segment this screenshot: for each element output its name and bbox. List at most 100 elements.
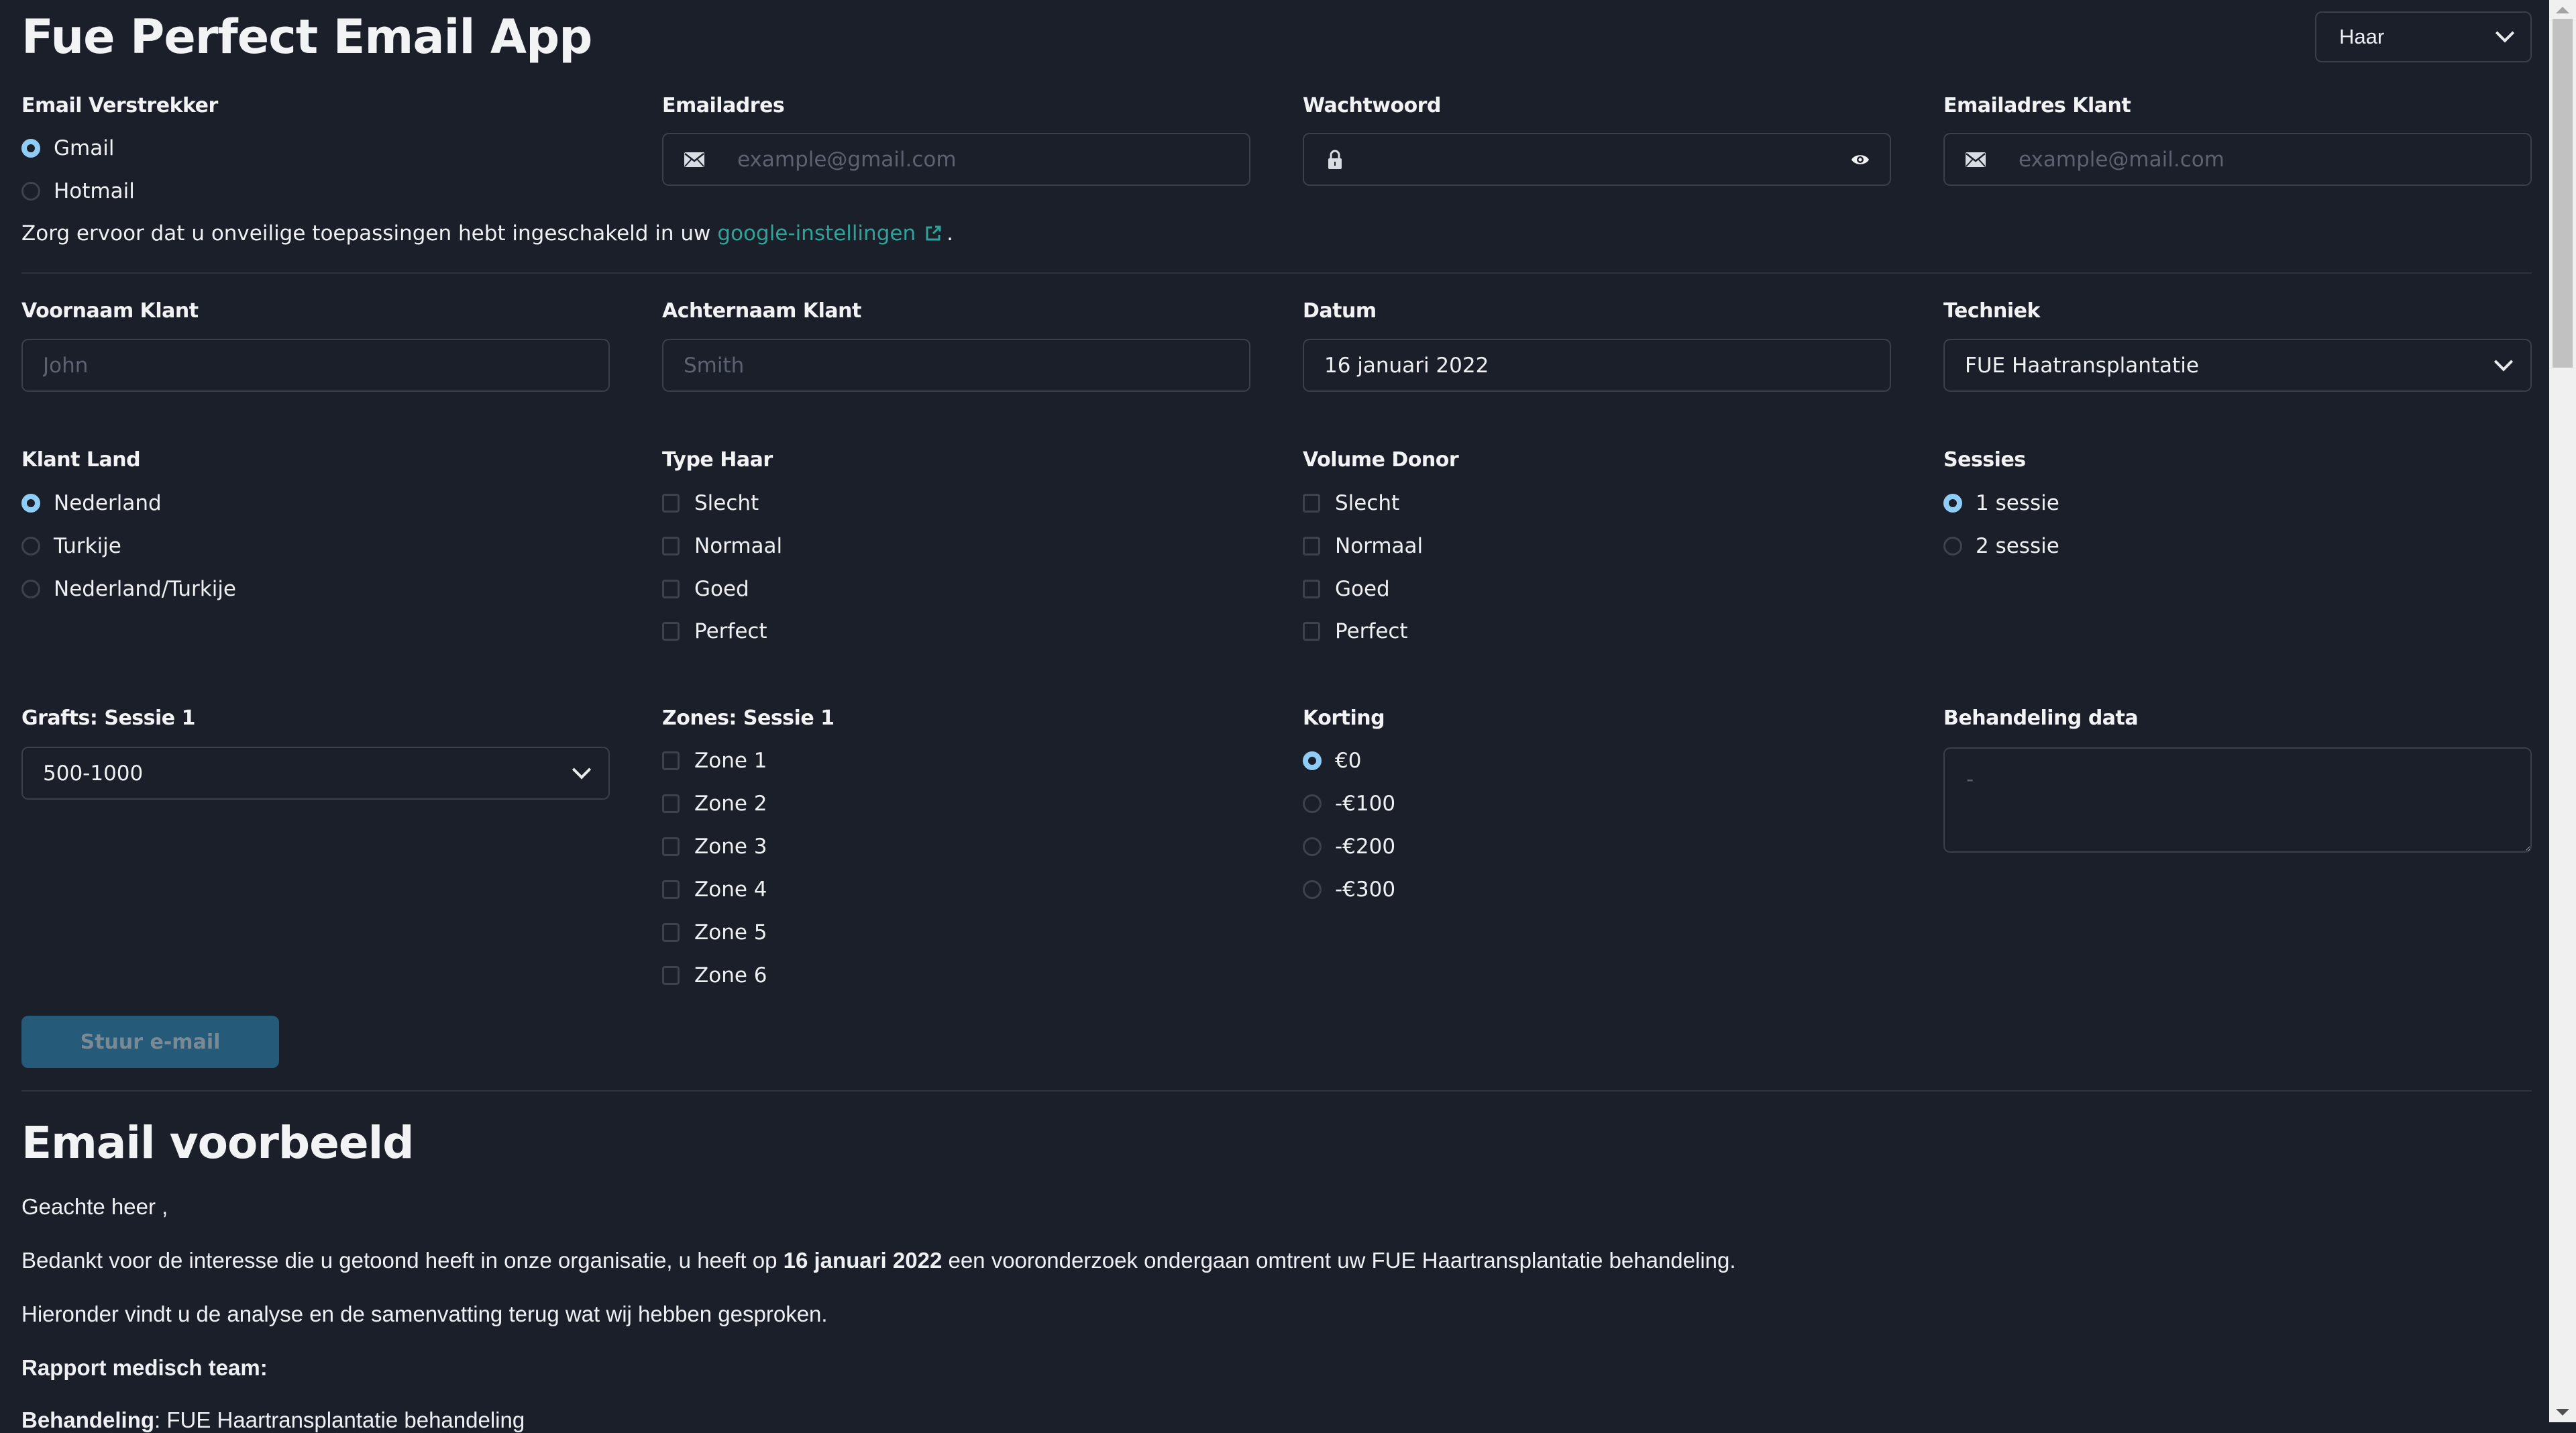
hair-type-label: Type Haar <box>662 448 773 472</box>
checkbox[interactable] <box>662 580 680 598</box>
radio-discount-100[interactable]: -€100 <box>1303 792 1395 816</box>
checkbox[interactable] <box>662 622 680 641</box>
scroll-down-arrow-icon[interactable] <box>2556 1409 2569 1416</box>
checkbox-label: Zone 3 <box>694 835 767 859</box>
settings-note-text: Zorg ervoor dat u onveilige toepassingen… <box>21 221 711 246</box>
first-name-field[interactable] <box>21 339 610 392</box>
radio-indicator[interactable] <box>21 494 40 513</box>
radio-gmail[interactable]: Gmail <box>21 136 114 160</box>
radio-discount-0[interactable]: €0 <box>1303 749 1361 773</box>
treatment-data-textarea[interactable] <box>1943 747 2532 853</box>
donor-volume-label: Volume Donor <box>1303 448 1459 472</box>
radio-discount-300[interactable]: -€300 <box>1303 878 1395 902</box>
checkbox-hair-normaal[interactable]: Normaal <box>662 534 782 558</box>
checkbox-hair-goed[interactable]: Goed <box>662 577 749 601</box>
intro-text: Bedankt voor de interesse die u getoond … <box>21 1248 784 1273</box>
checkbox-zone-5[interactable]: Zone 5 <box>662 920 767 945</box>
radio-indicator[interactable] <box>1943 494 1962 513</box>
date-input[interactable] <box>1324 353 1870 378</box>
password-field[interactable] <box>1303 133 1891 186</box>
google-settings-link[interactable]: google-instellingen <box>717 221 943 246</box>
date-field[interactable] <box>1303 339 1891 392</box>
radio-nederland[interactable]: Nederland <box>21 491 162 515</box>
grafts-select[interactable]: 500-1000 <box>21 747 610 800</box>
checkbox-donor-perfect[interactable]: Perfect <box>1303 619 1408 643</box>
radio-2-sessie[interactable]: 2 sessie <box>1943 534 2059 558</box>
external-link-icon <box>924 224 943 243</box>
checkbox-label: Perfect <box>1335 619 1408 643</box>
last-name-field[interactable] <box>662 339 1250 392</box>
treatment-data-label: Behandeling data <box>1943 706 2139 730</box>
email-input[interactable] <box>737 147 1229 172</box>
client-email-field[interactable] <box>1943 133 2532 186</box>
checkbox-label: Zone 5 <box>694 920 767 945</box>
scrollbar-thumb[interactable] <box>2553 19 2573 368</box>
first-name-input[interactable] <box>43 353 588 378</box>
checkbox-zone-1[interactable]: Zone 1 <box>662 749 767 773</box>
radio-discount-200[interactable]: -€200 <box>1303 835 1395 859</box>
checkbox[interactable] <box>1303 537 1320 555</box>
discount-label: Korting <box>1303 706 1385 730</box>
checkbox-zone-6[interactable]: Zone 6 <box>662 963 767 988</box>
checkbox-label: Normaal <box>694 534 783 558</box>
radio-turkije[interactable]: Turkije <box>21 534 121 558</box>
checkbox[interactable] <box>662 794 680 813</box>
technique-select[interactable]: FUE Haatransplantatie <box>1943 339 2532 392</box>
client-email-label: Emailadres Klant <box>1943 94 2131 117</box>
checkbox-donor-goed[interactable]: Goed <box>1303 577 1390 601</box>
checkbox-zone-4[interactable]: Zone 4 <box>662 878 767 902</box>
checkbox-zone-2[interactable]: Zone 2 <box>662 792 767 816</box>
radio-label: 2 sessie <box>1976 534 2059 558</box>
client-email-input[interactable] <box>2019 147 2510 172</box>
checkbox-hair-perfect[interactable]: Perfect <box>662 619 767 643</box>
intro-date: 16 januari 2022 <box>783 1248 943 1273</box>
checkbox[interactable] <box>1303 580 1320 598</box>
radio-nederland-turkije[interactable]: Nederland/Turkije <box>21 577 236 601</box>
scroll-up-arrow-icon[interactable] <box>2556 7 2569 13</box>
radio-label: Turkije <box>54 534 121 558</box>
password-input[interactable] <box>1378 147 1851 172</box>
checkbox-hair-slecht[interactable]: Slecht <box>662 491 759 515</box>
sessions-label: Sessies <box>1943 448 2026 472</box>
eye-icon[interactable] <box>1851 153 1870 166</box>
checkbox[interactable] <box>662 537 680 555</box>
radio-label: Nederland/Turkije <box>54 577 237 601</box>
last-name-input[interactable] <box>684 353 1229 378</box>
vertical-scrollbar[interactable] <box>2549 0 2576 1422</box>
checkbox[interactable] <box>1303 494 1320 513</box>
category-select[interactable]: Haar <box>2315 11 2532 62</box>
preview-summary: Hieronder vindt u de analyse en de samen… <box>21 1302 828 1326</box>
zones-label: Zones: Sessie 1 <box>662 706 835 730</box>
checkbox[interactable] <box>662 923 680 942</box>
preview-report-heading: Rapport medisch team: <box>21 1355 268 1380</box>
checkbox[interactable] <box>662 966 680 985</box>
envelope-icon <box>1965 151 1986 168</box>
radio-indicator[interactable] <box>1943 537 1962 555</box>
checkbox-label: Goed <box>694 577 749 601</box>
app-title: Fue Perfect Email App <box>21 9 592 64</box>
checkbox-zone-3[interactable]: Zone 3 <box>662 835 767 859</box>
checkbox[interactable] <box>1303 622 1320 641</box>
radio-indicator[interactable] <box>1303 751 1322 770</box>
email-field[interactable] <box>662 133 1250 186</box>
technique-select-value: FUE Haatransplantatie <box>1965 353 2199 378</box>
checkbox[interactable] <box>662 751 680 770</box>
grafts-select-value: 500-1000 <box>43 761 144 786</box>
lock-icon <box>1324 150 1346 169</box>
checkbox-donor-slecht[interactable]: Slecht <box>1303 491 1399 515</box>
radio-1-sessie[interactable]: 1 sessie <box>1943 491 2059 515</box>
checkbox-donor-normaal[interactable]: Normaal <box>1303 534 1423 558</box>
checkbox[interactable] <box>662 494 680 513</box>
radio-indicator[interactable] <box>1303 794 1322 813</box>
radio-indicator[interactable] <box>21 580 40 598</box>
radio-indicator[interactable] <box>1303 837 1322 856</box>
radio-indicator[interactable] <box>21 139 40 158</box>
radio-hotmail[interactable]: Hotmail <box>21 179 135 203</box>
radio-indicator[interactable] <box>1303 880 1322 899</box>
radio-indicator[interactable] <box>21 182 40 201</box>
send-email-button[interactable]: Stuur e-mail <box>21 1016 279 1068</box>
radio-indicator[interactable] <box>21 537 40 555</box>
checkbox[interactable] <box>662 837 680 856</box>
checkbox-label: Zone 6 <box>694 963 767 988</box>
checkbox[interactable] <box>662 880 680 899</box>
